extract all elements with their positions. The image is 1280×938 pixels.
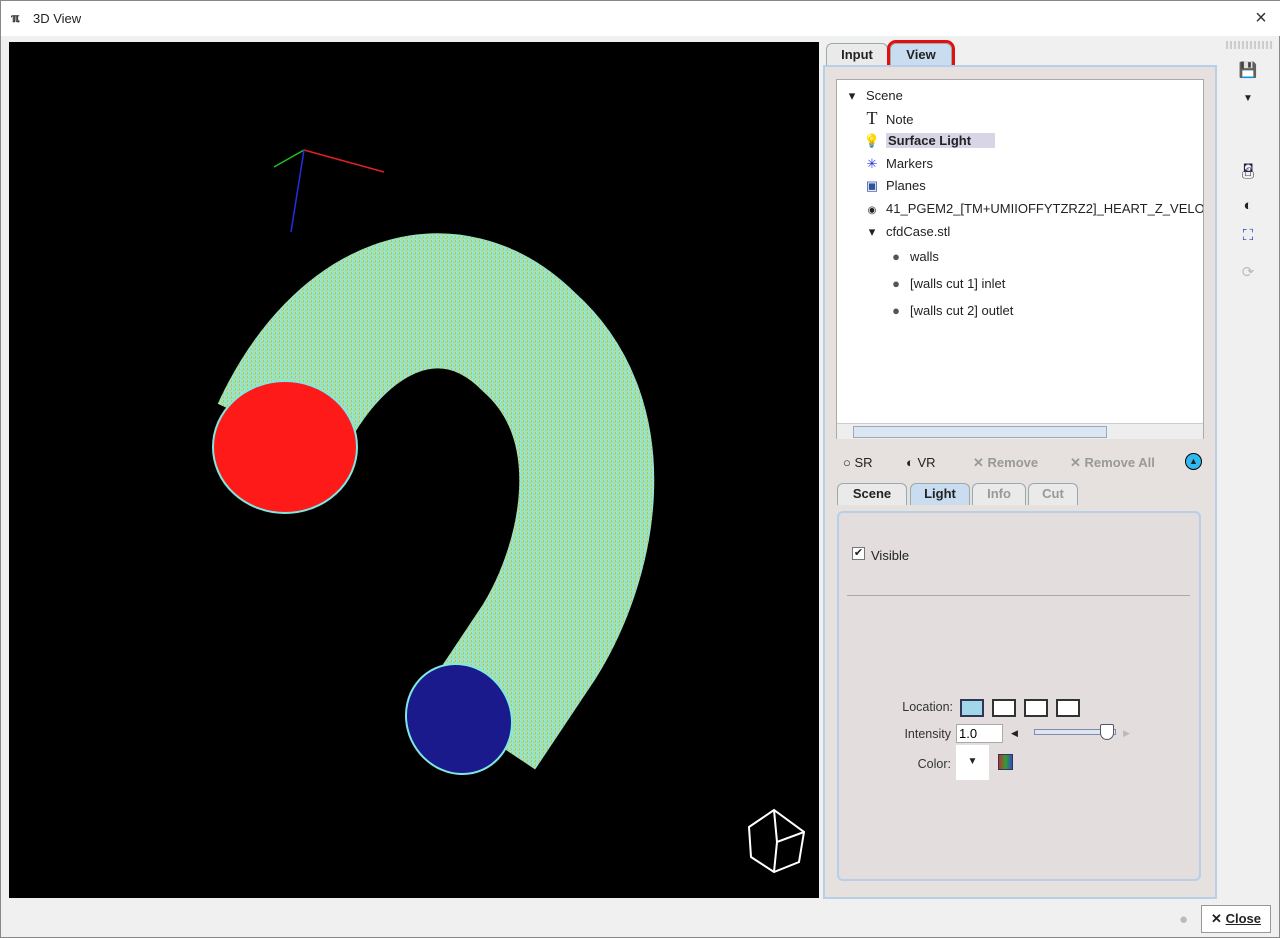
fit-view-icon[interactable]: ⛶: [1237, 227, 1259, 249]
axes-indicator: [273, 149, 385, 233]
sphere-icon: ●: [892, 276, 900, 291]
tree-item-cfdcase[interactable]: ▾ cfdCase.stl: [863, 222, 951, 242]
window-title: 3D View: [33, 11, 82, 26]
contrast-icon[interactable]: ◐: [1237, 197, 1259, 219]
increase-arrow-icon[interactable]: ▶: [1123, 728, 1130, 739]
divider: [847, 595, 1190, 596]
location-top-left-button[interactable]: [960, 699, 984, 717]
subtab-cut[interactable]: Cut: [1028, 483, 1078, 505]
tree-item-planes[interactable]: ▣ Planes: [863, 176, 926, 196]
remove-button[interactable]: ✕ Remove: [973, 455, 1038, 471]
decrease-arrow-icon[interactable]: ◀: [1011, 728, 1018, 739]
tree-horizontal-scrollbar[interactable]: [837, 423, 1203, 439]
sr-button[interactable]: ○ SR: [843, 455, 873, 470]
print-icon[interactable]: ⎙: [1237, 165, 1259, 187]
subtab-scene[interactable]: Scene: [837, 483, 907, 505]
color-picker-icon[interactable]: [998, 754, 1013, 770]
sphere-icon: ○: [843, 455, 851, 470]
visible-checkbox[interactable]: ✔: [852, 547, 865, 560]
sphere-icon: ●: [892, 303, 900, 318]
tree-item-surface-light[interactable]: 💡 Surface Light: [863, 131, 996, 151]
light-settings-panel: [837, 511, 1201, 881]
chevron-down-icon: ▼: [967, 756, 978, 767]
tree-item-inlet[interactable]: ● [walls cut 1] inlet: [887, 274, 1005, 294]
intensity-slider[interactable]: [1034, 724, 1116, 740]
subtab-light[interactable]: Light: [910, 483, 970, 505]
tree-item-scene[interactable]: ▾ Scene: [843, 86, 903, 106]
location-bottom-left-button[interactable]: [1024, 699, 1048, 717]
pmod-icon: ℼ: [11, 11, 20, 25]
x-icon: ✕: [1070, 455, 1081, 470]
tree-item-note[interactable]: T Note: [863, 108, 914, 128]
tree-item-outlet[interactable]: ● [walls cut 2] outlet: [887, 301, 1013, 321]
inlet-cap: [212, 380, 358, 514]
cube-icon: ▣: [865, 178, 879, 193]
status-indicator-icon: ●: [1179, 911, 1189, 928]
x-icon: ✕: [1211, 911, 1222, 926]
location-top-right-button[interactable]: [992, 699, 1016, 717]
location-bottom-right-button[interactable]: [1056, 699, 1080, 717]
title-bar: ℼ 3D View ×: [1, 1, 1280, 36]
location-label: Location:: [902, 700, 953, 714]
tab-input[interactable]: Input: [826, 43, 888, 67]
scrollbar-thumb[interactable]: [853, 426, 1107, 438]
triangle-down-icon[interactable]: ▾: [843, 86, 861, 106]
target-icon: ◉: [867, 205, 877, 216]
orientation-cube-icon[interactable]: [747, 808, 806, 874]
visible-label: Visible: [871, 548, 910, 563]
tree-item-walls[interactable]: ● walls: [887, 247, 939, 267]
scene-tree[interactable]: ▾ Scene T Note 💡 Surface Light ✳ Markers ▣ Pl…: [836, 79, 1204, 439]
subtab-info[interactable]: Info: [972, 483, 1026, 505]
vessel-walls: [217, 233, 655, 770]
tab-view[interactable]: View: [887, 40, 955, 70]
lightbulb-icon: 💡: [863, 133, 881, 148]
tree-item-dataset[interactable]: ◉ 41_PGEM2_[TM+UMIIOFFYTZRZ2]_HEART_Z_VEL…: [863, 199, 1203, 219]
close-icon[interactable]: ×: [1249, 7, 1273, 30]
markers-icon: ✳: [866, 156, 878, 171]
intensity-input[interactable]: [956, 724, 1003, 743]
toolbar-grip[interactable]: [1226, 41, 1274, 49]
color-dropdown[interactable]: ▼: [956, 745, 989, 780]
reset-icon[interactable]: ⟳: [1237, 263, 1259, 285]
save-icon[interactable]: 💾: [1237, 61, 1259, 83]
slider-thumb[interactable]: [1100, 724, 1115, 740]
remove-all-button[interactable]: ✕ Remove All: [1070, 455, 1155, 471]
close-button[interactable]: ✕ Close: [1201, 905, 1271, 933]
chevron-down-icon[interactable]: ▼: [1237, 93, 1259, 115]
intensity-label: Intensity: [904, 727, 951, 741]
vr-button[interactable]: ◐ VR: [906, 455, 936, 470]
x-icon: ✕: [973, 455, 984, 470]
3d-scene[interactable]: [9, 42, 819, 898]
sphere-icon: ◐: [906, 455, 914, 470]
text-icon: T: [866, 108, 878, 128]
collapse-up-icon[interactable]: ▲: [1185, 453, 1202, 470]
triangle-down-icon[interactable]: ▾: [863, 222, 881, 242]
tree-item-markers[interactable]: ✳ Markers: [863, 154, 933, 174]
color-label: Color:: [917, 757, 951, 771]
3d-viewport[interactable]: [9, 42, 819, 898]
sphere-icon: ●: [892, 249, 900, 264]
